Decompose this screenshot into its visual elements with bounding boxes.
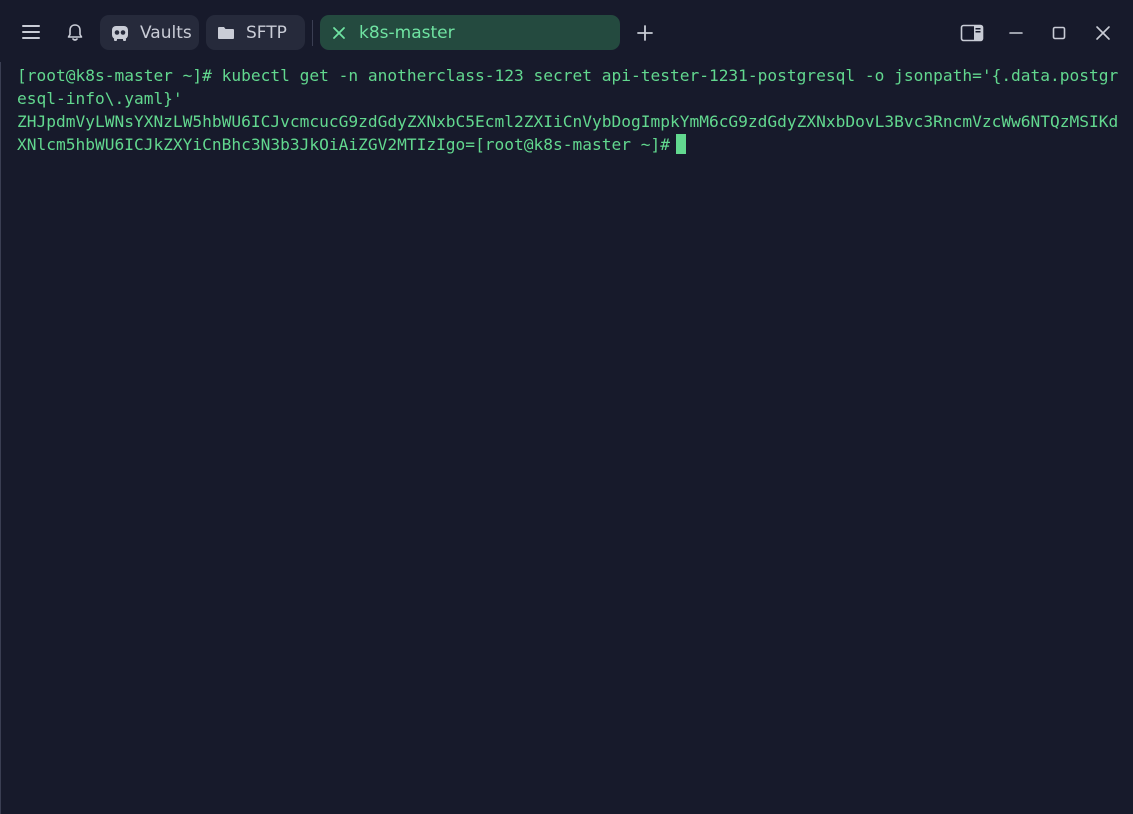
maximize-icon[interactable] [1044,18,1074,48]
bell-icon[interactable] [60,17,90,47]
folder-icon [216,23,236,43]
shell-prompt: [root@k8s-master ~]# [475,135,670,154]
tab-divider [312,20,313,46]
terminal-cursor [675,134,686,154]
plus-icon[interactable] [630,18,660,48]
sftp-tab-label: SFTP [246,22,287,43]
command-line: [root@k8s-master ~]# kubectl get -n anot… [17,66,1119,108]
vaults-tab-label: Vaults [140,22,192,43]
terminal-output[interactable]: [root@k8s-master ~]# kubectl get -n anot… [17,64,1121,804]
sftp-tab[interactable]: SFTP [206,15,305,50]
tab-label: k8s-master [359,22,455,43]
minimize-icon[interactable] [1001,18,1031,48]
hamburger-menu-icon[interactable] [16,17,46,47]
title-bar: Vaults SFTP k8s-master [0,0,1133,62]
window-edge [0,0,1,814]
split-view-icon[interactable] [957,18,987,48]
close-window-icon[interactable] [1088,18,1118,48]
vaults-tab[interactable]: Vaults [100,15,199,50]
tab-k8s-master[interactable]: k8s-master [320,15,620,50]
vault-icon [110,23,130,43]
close-icon[interactable] [330,24,348,42]
